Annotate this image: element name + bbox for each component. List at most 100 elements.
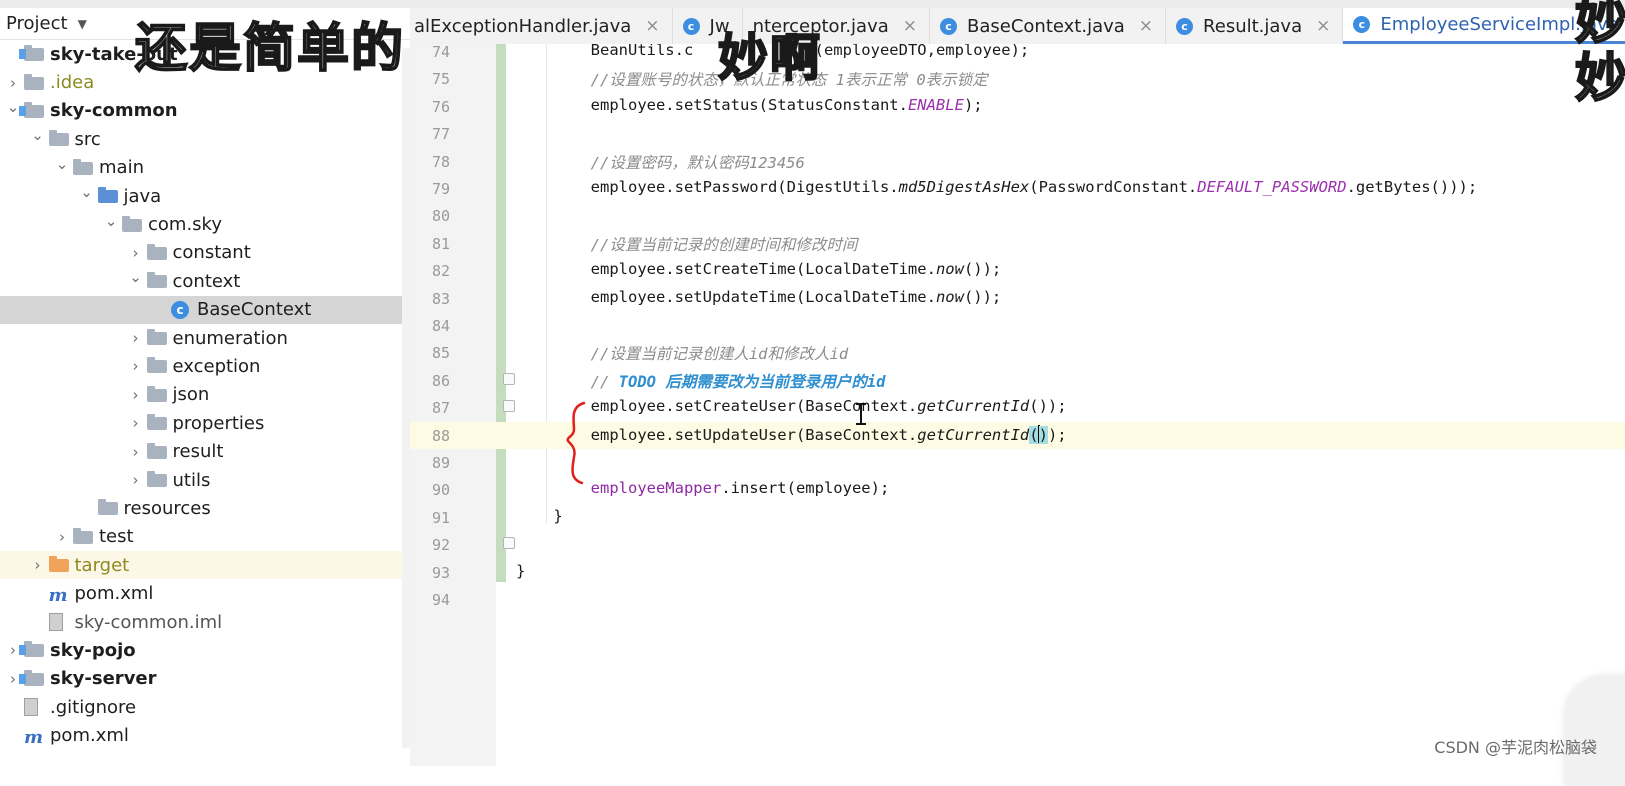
code-line[interactable]: 82 employee.setCreateTime(LocalDateTime.… <box>410 257 1625 284</box>
chevron-right-icon[interactable]: › <box>127 386 145 404</box>
tree-item[interactable]: ⌄ com.sky <box>0 210 410 238</box>
code-token: // <box>516 372 619 391</box>
code-token: employee.setPassword(DigestUtils. <box>516 178 899 196</box>
line-number: 87 <box>431 399 450 418</box>
tree-item[interactable]: ›mpom.xml <box>0 721 410 749</box>
tree-item[interactable]: ⌄ main <box>0 154 410 182</box>
file-icon <box>24 698 44 717</box>
chevron-right-icon[interactable]: › <box>127 414 145 432</box>
tree-item[interactable]: ⌄ context <box>0 267 410 295</box>
chevron-down-icon[interactable]: ⌄ <box>29 126 47 144</box>
tree-item[interactable]: ⌄ java <box>0 182 410 210</box>
tree-item[interactable]: ›mpom.xml <box>0 579 410 607</box>
code-text: employee.setCreateTime(LocalDateTime.now… <box>516 260 1002 278</box>
tree-item[interactable]: › enumeration <box>0 324 410 352</box>
code-line[interactable]: 94 <box>410 586 1625 613</box>
code-line[interactable]: 77 <box>410 120 1625 147</box>
code-line[interactable]: 75 //设置账号的状态，默认正常状态 1表示正常 0表示锁定 <box>410 65 1625 92</box>
code-line[interactable]: 79 employee.setPassword(DigestUtils.md5D… <box>410 175 1625 202</box>
code-text: } <box>516 506 563 525</box>
java-class-icon: c <box>171 300 191 319</box>
chevron-right-icon[interactable]: › <box>29 556 47 574</box>
folder-icon <box>146 243 167 262</box>
chevron-down-icon[interactable]: ▼ <box>78 17 87 31</box>
maven-file-icon: m <box>48 584 68 606</box>
code-token: employeeMapper <box>590 479 722 498</box>
code-line[interactable]: 93} <box>410 559 1625 586</box>
chevron-right-icon[interactable]: › <box>127 443 145 461</box>
tab-label: BaseContext.java <box>967 15 1125 37</box>
chevron-right-icon[interactable]: › <box>127 357 145 375</box>
code-line[interactable]: 84 <box>410 312 1625 339</box>
tree-item[interactable]: ›.gitignore <box>0 693 410 721</box>
code-line[interactable]: 92 <box>410 531 1625 558</box>
module-folder-icon <box>19 669 44 688</box>
tree-item-label: java <box>123 185 162 207</box>
chevron-down-icon[interactable]: ⌄ <box>78 183 96 201</box>
line-number: 82 <box>431 262 450 281</box>
code-text: } <box>516 562 525 580</box>
code-editor[interactable]: 74 BeanUtils.c (employeeDTO,employee); 75… <box>410 44 1625 766</box>
tree-item[interactable]: ⌄ sky-common <box>0 97 410 125</box>
tree-item[interactable]: ›cBaseContext <box>0 295 410 324</box>
tree-item[interactable]: › test <box>0 523 410 551</box>
line-number: 86 <box>431 371 450 390</box>
video-caption-left: 还是简单的 <box>134 18 406 80</box>
editor-tabs: alExceptionHandler.java × c Jw nterceptor.ja… <box>410 8 1625 45</box>
tree-item[interactable]: › json <box>0 381 410 409</box>
code-line[interactable]: 91 } <box>410 504 1625 531</box>
chevron-right-icon[interactable]: › <box>127 471 145 489</box>
code-token: now <box>935 287 964 306</box>
code-line[interactable]: 76 employee.setStatus(StatusConstant.ENA… <box>410 93 1625 120</box>
code-line[interactable]: 78 //设置密码，默认密码123456 <box>410 148 1625 175</box>
code-line[interactable]: 74 BeanUtils.c (employeeDTO,employee); <box>410 44 1625 65</box>
chevron-right-icon[interactable]: › <box>127 329 145 347</box>
editor-tab[interactable]: c Result.java × <box>1166 8 1344 44</box>
chevron-right-icon[interactable]: › <box>53 528 71 546</box>
code-line[interactable]: 83 employee.setUpdateTime(LocalDateTime.… <box>410 285 1625 312</box>
code-line[interactable]: 85 //设置当前记录创建人id和修改人id <box>410 339 1625 366</box>
tree-item-label: exception <box>172 355 261 377</box>
chevron-down-icon[interactable]: ⌄ <box>127 268 145 286</box>
close-icon[interactable]: × <box>1139 16 1153 36</box>
tree-item[interactable]: › sky-pojo <box>0 636 410 664</box>
fold-marker-icon[interactable] <box>503 373 515 385</box>
code-line[interactable]: 81 //设置当前记录的创建时间和修改时间 <box>410 230 1625 257</box>
code-line[interactable]: 80 <box>410 202 1625 229</box>
code-text: employee.setPassword(DigestUtils.md5Dige… <box>516 178 1478 196</box>
fold-marker-icon[interactable] <box>503 537 515 549</box>
fold-marker-icon[interactable] <box>503 400 515 412</box>
chevron-down-icon[interactable]: ⌄ <box>102 212 120 230</box>
editor-tab[interactable]: c BaseContext.java × <box>930 8 1167 44</box>
tree-item-label: sky-pojo <box>50 639 136 661</box>
java-class-icon: c <box>940 17 958 35</box>
close-icon[interactable]: × <box>1316 16 1330 36</box>
tree-item-label: pom.xml <box>50 725 129 747</box>
editor-tab[interactable]: alExceptionHandler.java × <box>410 8 673 44</box>
code-token: TODO 后期需要改为当前登录用户的id <box>618 372 886 391</box>
tree-item[interactable]: › result <box>0 437 410 465</box>
tree-item[interactable]: › sky-server <box>0 665 410 693</box>
code-token: } <box>516 506 563 525</box>
chevron-down-icon[interactable]: ⌄ <box>53 155 71 173</box>
chevron-right-icon[interactable]: › <box>127 244 145 262</box>
code-token: BeanUtils.c <box>516 44 694 59</box>
video-caption-middle: 妙啊 <box>717 28 822 88</box>
tree-item[interactable]: › constant <box>0 239 410 267</box>
chevron-right-icon[interactable]: › <box>4 74 22 92</box>
close-icon[interactable]: × <box>645 16 659 36</box>
close-icon[interactable]: × <box>903 16 917 36</box>
tree-item[interactable]: ›resources <box>0 494 410 522</box>
tree-item[interactable]: › utils <box>0 466 410 494</box>
tree-item[interactable]: › target <box>0 551 410 580</box>
scrollbar[interactable] <box>402 48 410 748</box>
tree-item[interactable]: ›sky-common.iml <box>0 608 410 636</box>
corner-decoration <box>1565 676 1625 786</box>
tree-item[interactable]: › properties <box>0 409 410 437</box>
tree-item[interactable]: ⌄ src <box>0 125 410 153</box>
folder-icon <box>97 187 118 205</box>
tree-item[interactable]: › exception <box>0 352 410 380</box>
tree-item-label: utils <box>172 469 211 491</box>
code-line[interactable]: 86 // TODO 后期需要改为当前登录用户的id <box>410 367 1625 394</box>
line-number: 78 <box>431 152 450 171</box>
